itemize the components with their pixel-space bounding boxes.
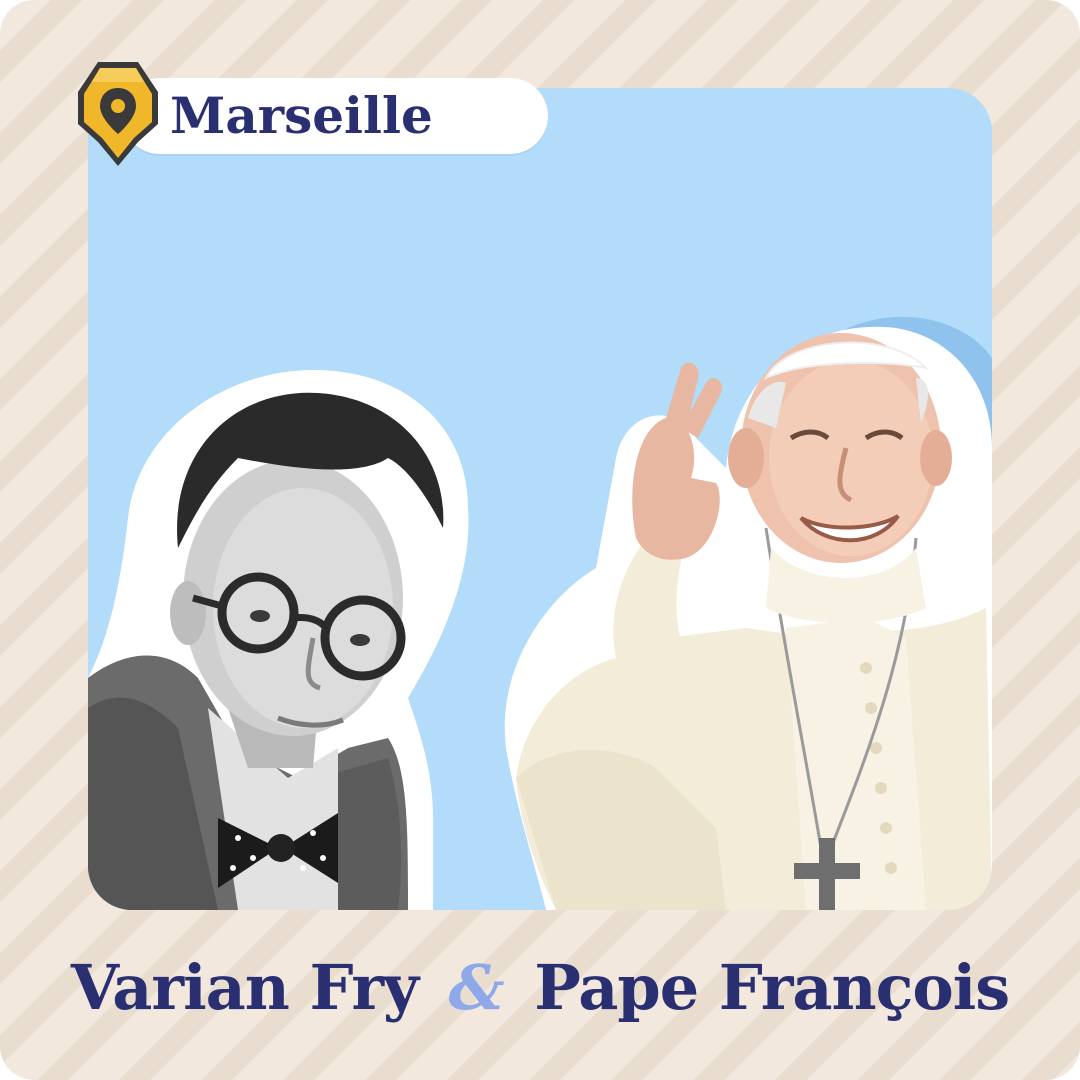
- caption-connector: &: [448, 951, 505, 1024]
- caption-person-left: Varian Fry: [70, 951, 419, 1024]
- caption: Varian Fry & Pape François: [0, 948, 1080, 1028]
- left-portrait: [88, 369, 469, 910]
- location-label: Marseille: [170, 86, 433, 145]
- poster-canvas: Marseille Varian Fry & Pape François: [0, 0, 1080, 1080]
- map-pin-icon: [78, 62, 158, 166]
- caption-person-right: Pape François: [534, 951, 1010, 1024]
- right-portrait: [504, 326, 992, 910]
- photo-panel: [88, 88, 992, 910]
